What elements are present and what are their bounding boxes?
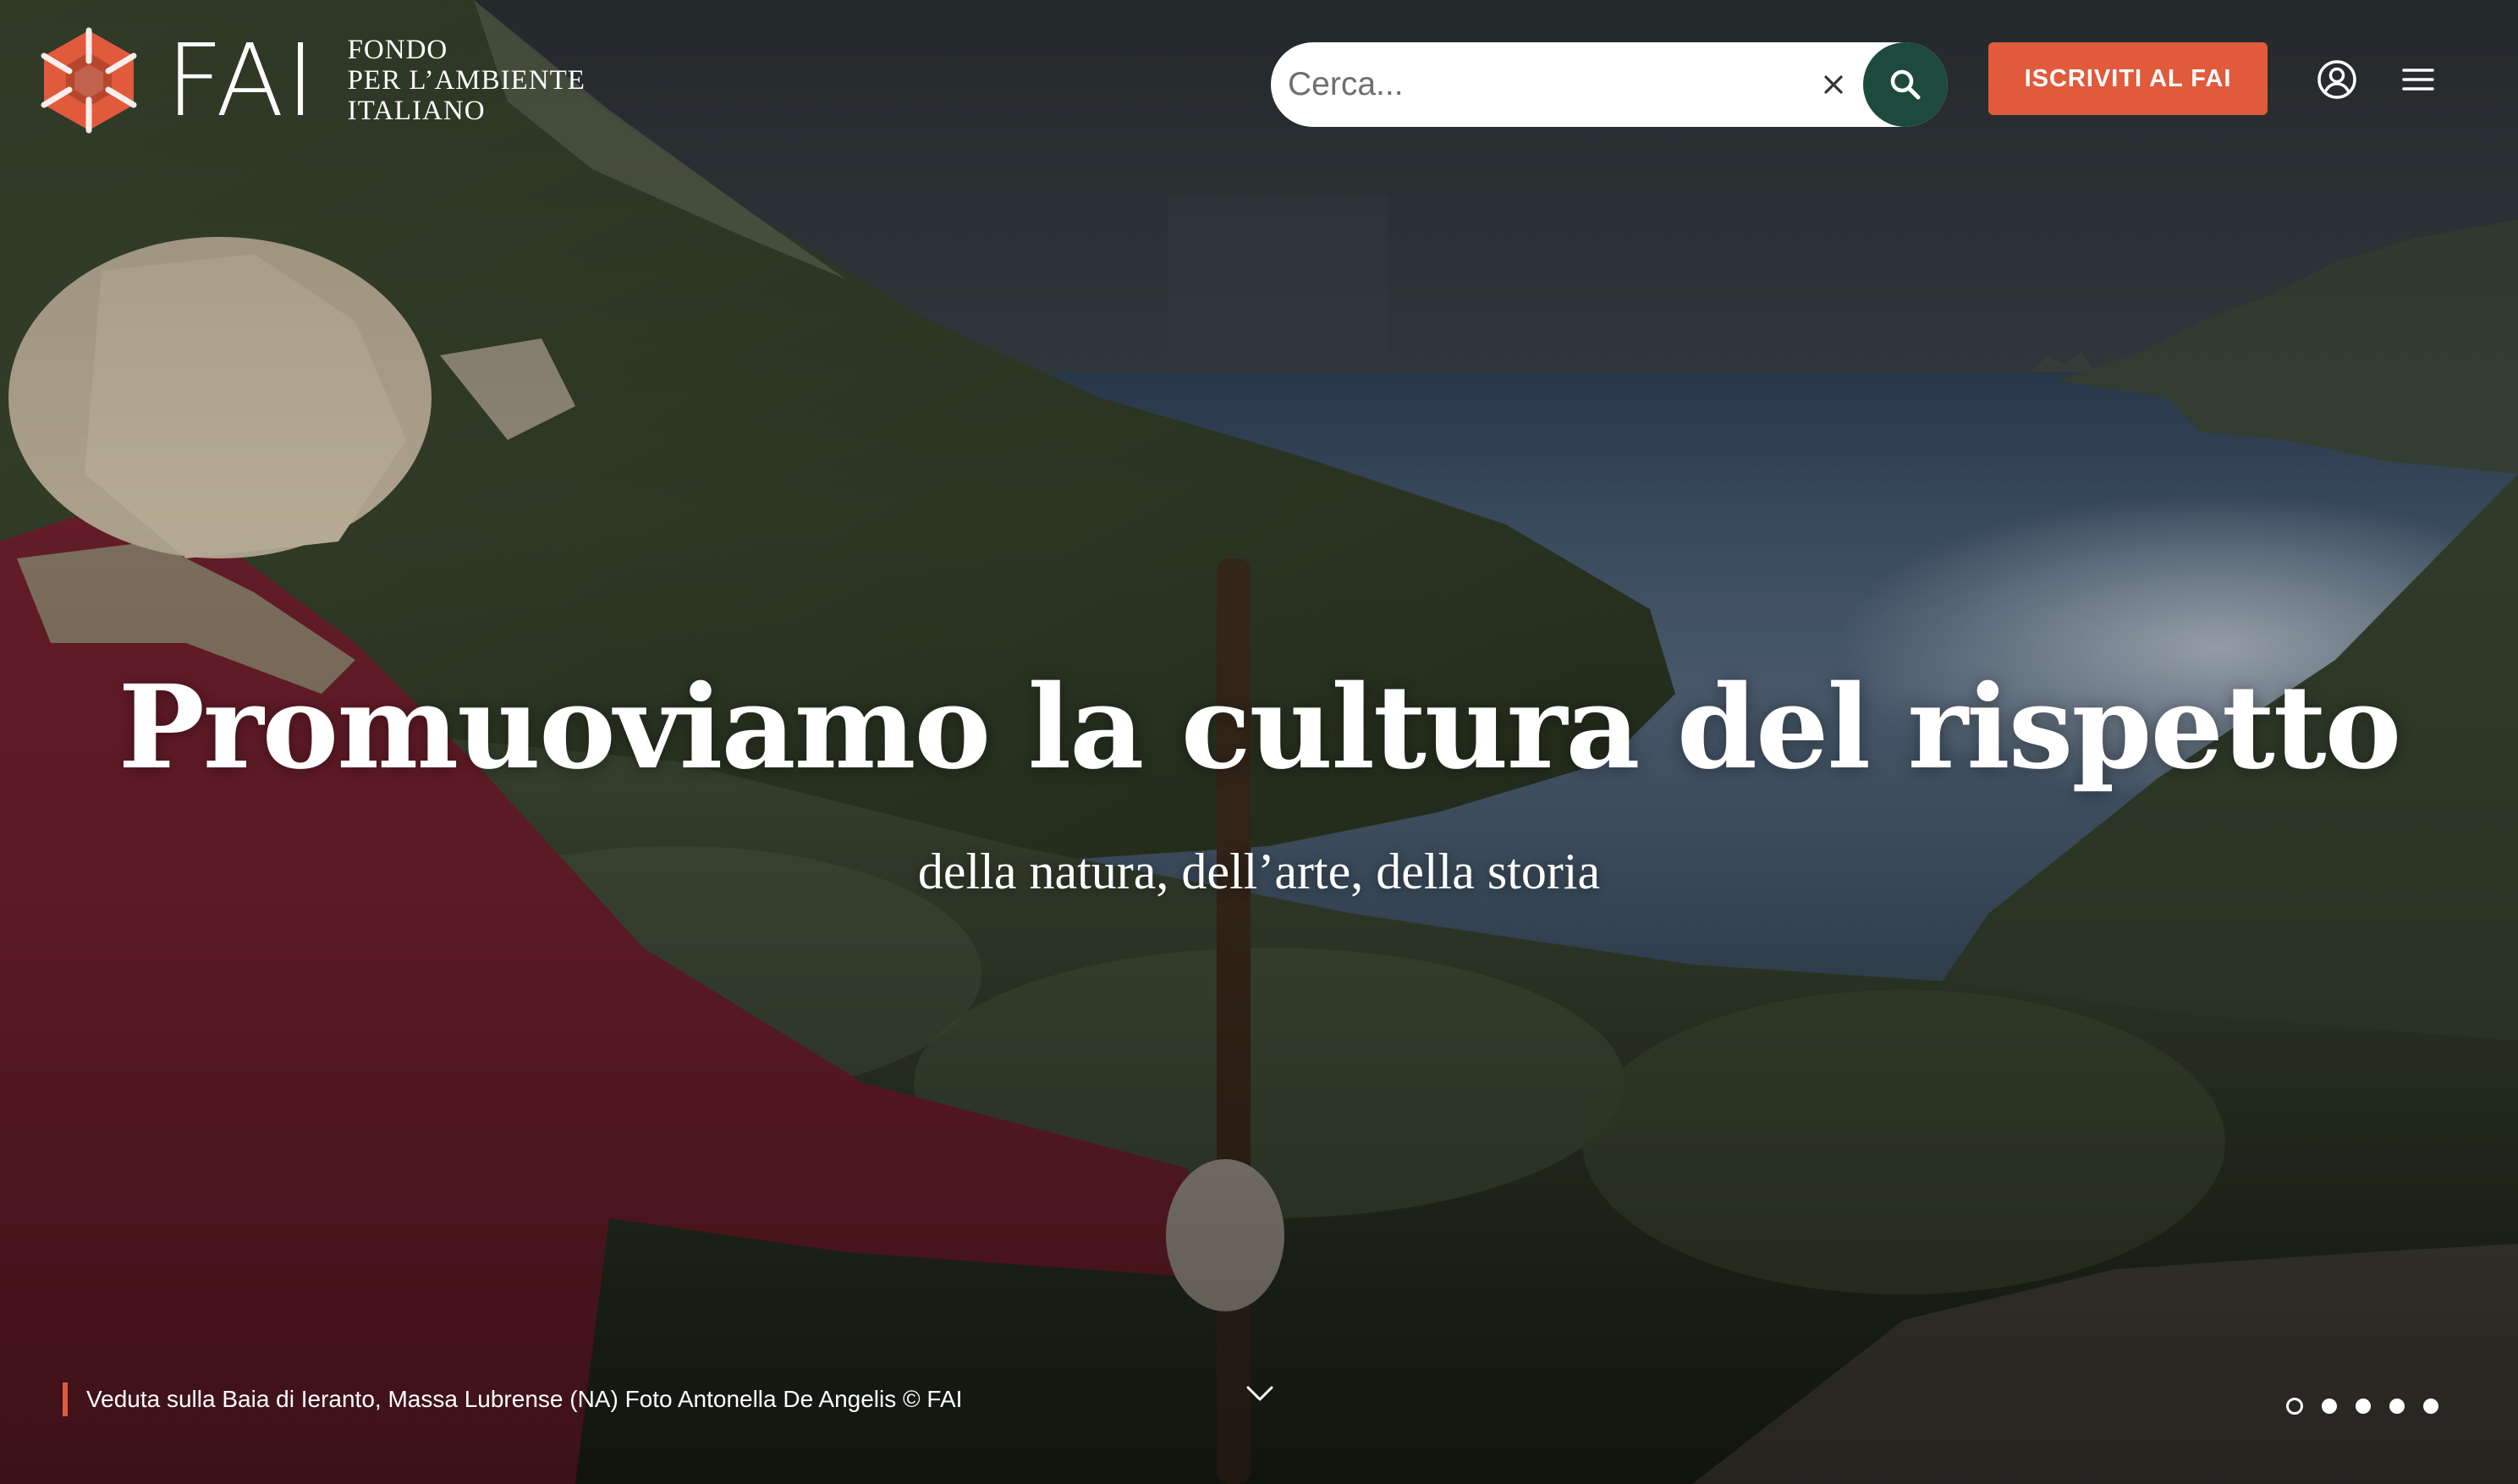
account-button[interactable]	[2310, 52, 2364, 107]
search-icon	[1890, 69, 1921, 100]
hero-section: FAI FONDO PER L’AMBIENTE ITALIANO ISCRIV…	[0, 0, 2518, 1484]
brand-tagline-line: FONDO	[347, 35, 448, 65]
menu-button[interactable]	[2391, 52, 2445, 107]
hamburger-menu-icon	[2402, 69, 2434, 91]
caption-accent-bar	[63, 1382, 68, 1416]
hero-title: Promuoviamo la cultura del rispetto	[118, 660, 2402, 795]
close-icon	[1824, 75, 1843, 94]
slider-dot[interactable]	[2356, 1399, 2371, 1414]
scroll-down-button[interactable]	[1237, 1371, 1283, 1416]
slider-dot[interactable]	[2389, 1399, 2405, 1414]
slider-dot[interactable]	[2286, 1398, 2303, 1415]
slider-pagination	[2286, 1398, 2438, 1415]
user-circle-icon	[2317, 60, 2356, 99]
hero-subtitle: della natura, dell’arte, della storia	[917, 844, 1601, 899]
search-submit-button[interactable]	[1863, 42, 1948, 127]
join-fai-button[interactable]: ISCRIVITI AL FAI	[1988, 42, 2268, 115]
brand-tagline: FONDO PER L’AMBIENTE ITALIANO	[348, 35, 586, 126]
chevron-down-icon	[1246, 1386, 1273, 1401]
clear-search-button[interactable]	[1804, 42, 1863, 127]
fai-logo[interactable]: FAI FONDO PER L’AMBIENTE ITALIANO	[39, 25, 586, 135]
search-input[interactable]	[1271, 42, 1804, 127]
search-bar	[1271, 42, 1948, 127]
brand-name: FAI	[166, 22, 317, 139]
caption-text: Veduta sulla Baia di Ieranto, Massa Lubr…	[86, 1386, 963, 1412]
brand-tagline-line: ITALIANO	[347, 96, 486, 126]
slider-dot[interactable]	[2423, 1399, 2438, 1414]
slider-dot[interactable]	[2322, 1399, 2337, 1414]
brand-tagline-line: PER L’AMBIENTE	[347, 65, 586, 96]
fai-logo-mark-icon	[41, 27, 137, 134]
photo-caption: Veduta sulla Baia di Ieranto, Massa Lubr…	[63, 1382, 962, 1416]
